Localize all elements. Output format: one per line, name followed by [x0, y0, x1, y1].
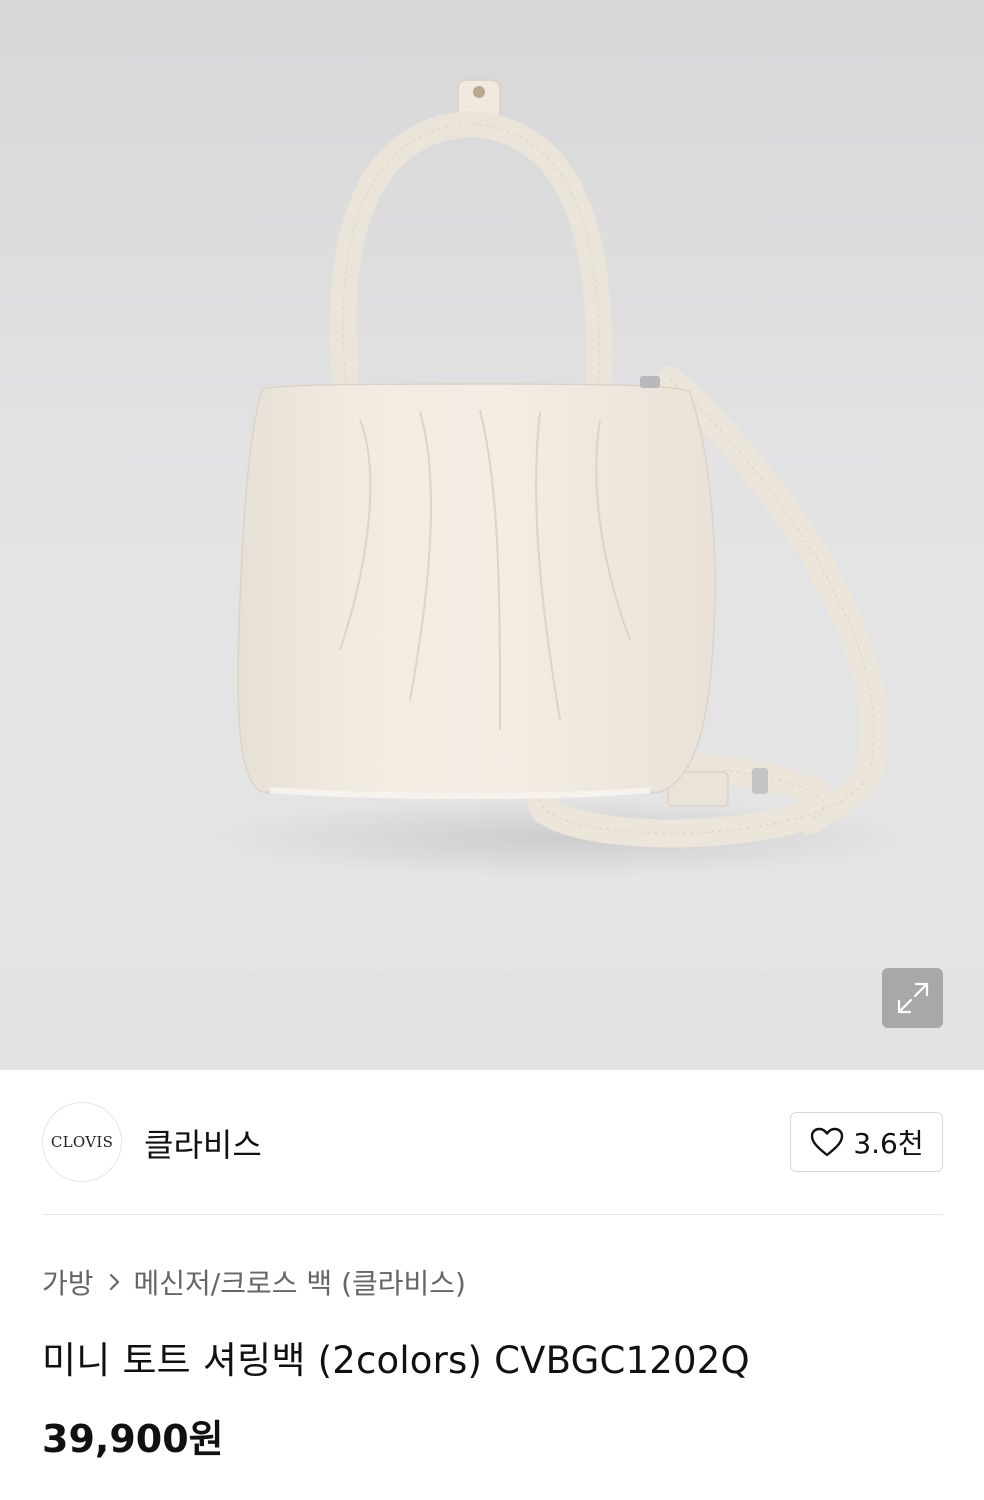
product-price: 39,900원: [42, 1417, 224, 1461]
expand-arrows-icon: [897, 982, 928, 1014]
heart-icon: [811, 1127, 844, 1157]
chevron-right-icon: [108, 1271, 122, 1293]
image-footer-strip: [0, 970, 984, 1070]
product-title: 미니 토트 셔링백 (2colors) CVBGC1202Q: [42, 1339, 750, 1382]
like-count: 3.6천: [853, 1127, 924, 1160]
brand-name-link[interactable]: 클라비스: [144, 1120, 262, 1166]
breadcrumb-item-category[interactable]: 메신저/크로스 백 (클라비스): [134, 1262, 466, 1302]
expand-image-button[interactable]: [882, 968, 943, 1028]
divider: [42, 1214, 943, 1215]
product-image-area[interactable]: [0, 0, 984, 1070]
brand-row: CLOVIS 클라비스 3.6천: [42, 1102, 943, 1182]
breadcrumb-item-bags[interactable]: 가방: [42, 1262, 94, 1302]
brand-logo-text: CLOVIS: [50, 1133, 114, 1151]
breadcrumb: 가방 메신저/크로스 백 (클라비스): [42, 1262, 466, 1302]
product-photo: [200, 79, 920, 878]
like-button[interactable]: 3.6천: [790, 1112, 943, 1172]
brand-logo[interactable]: CLOVIS: [42, 1102, 122, 1182]
